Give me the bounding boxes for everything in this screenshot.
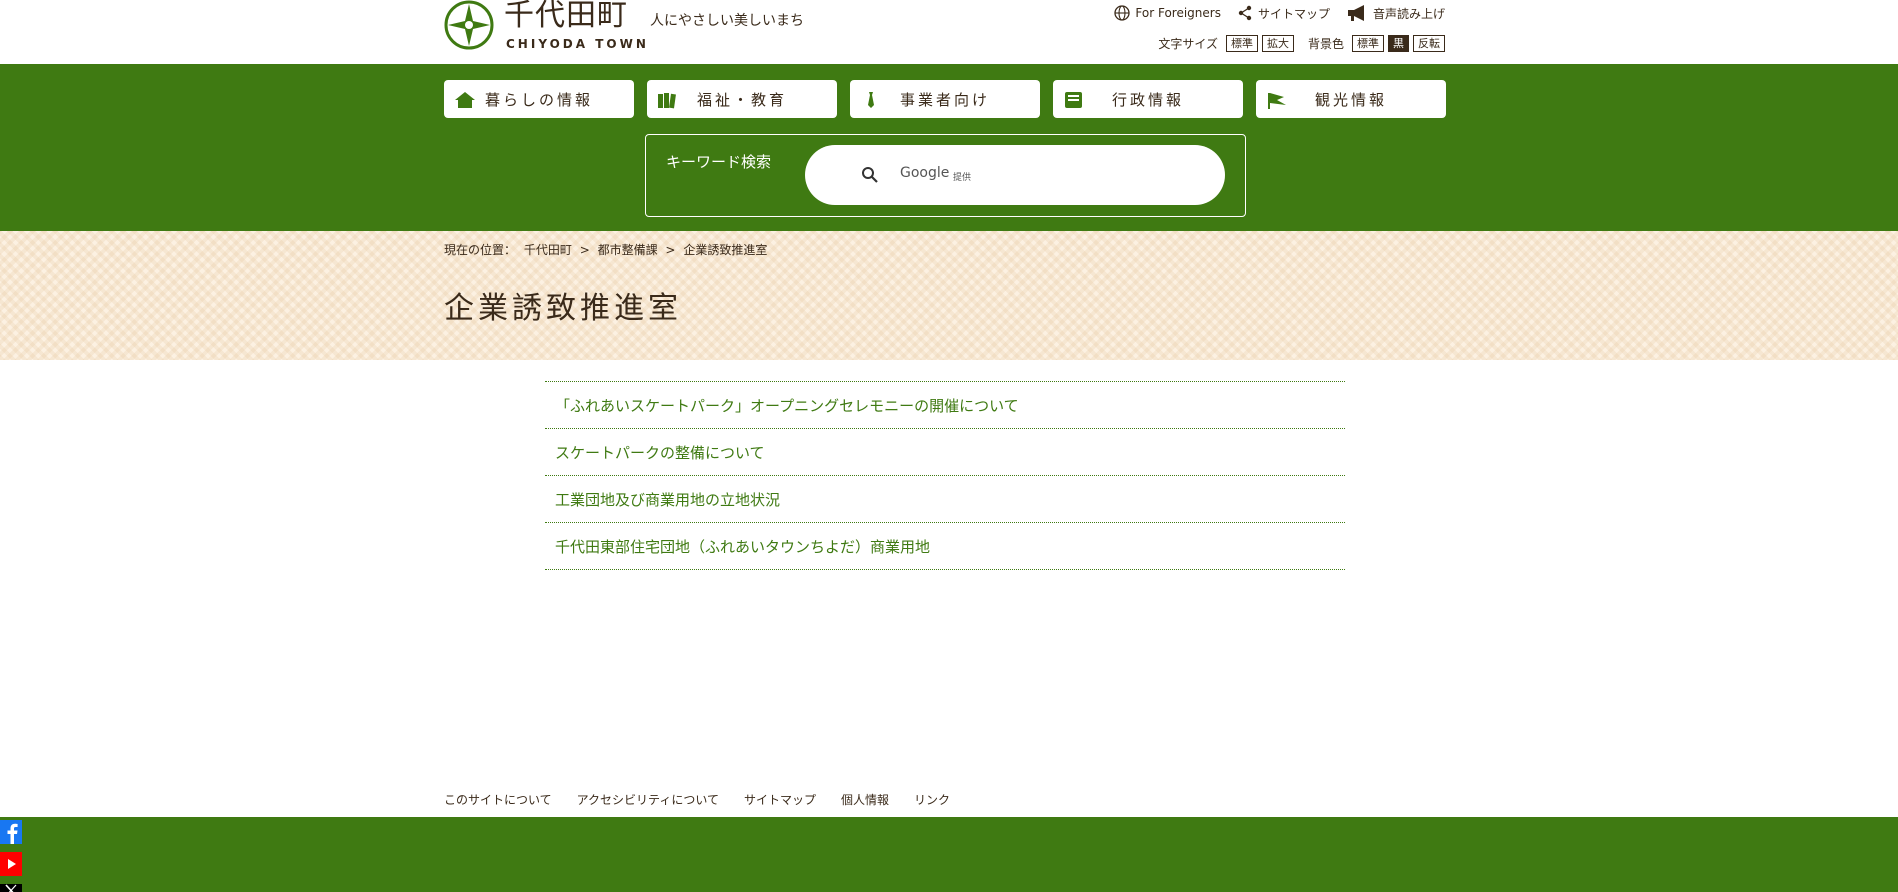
facebook-icon[interactable] <box>0 820 22 844</box>
nav-administration[interactable]: 行政情報 <box>1053 80 1243 118</box>
nav-label: 観光情報 <box>1314 90 1387 109</box>
bg-color-label: 背景色 <box>1307 36 1344 51</box>
search-label: キーワード検索 <box>666 153 772 171</box>
document-tray-icon <box>1065 92 1082 108</box>
font-size-standard-button[interactable]: 標準 <box>1225 34 1258 52</box>
nav-tourism[interactable]: 観光情報 <box>1256 80 1446 118</box>
bg-black-button[interactable]: 黒 <box>1388 34 1409 52</box>
list-item[interactable]: 工業団地及び商業用地の立地状況 <box>545 475 1345 522</box>
breadcrumb: 現在の位置： 千代田町 > 都市整備課 > 企業誘致推進室 <box>444 241 771 258</box>
breadcrumb-current: 企業誘致推進室 <box>683 243 768 257</box>
footer-link-privacy[interactable]: 個人情報 <box>841 791 889 808</box>
article-list: 「ふれあいスケートパーク」オープニングセレモニーの開催について スケートパークの… <box>545 381 1345 570</box>
nav-label: 福祉・教育 <box>696 90 787 109</box>
display-options: 文字サイズ 標準 拡大 背景色 標準 黒 反転 <box>1158 34 1445 52</box>
breadcrumb-separator: > <box>579 243 590 257</box>
necktie-icon <box>868 92 874 108</box>
nav-label: 事業者向け <box>899 90 990 109</box>
footer-link-about[interactable]: このサイトについて <box>444 791 552 808</box>
sitemap-label: サイトマップ <box>1257 6 1330 21</box>
nav-business[interactable]: 事業者向け <box>850 80 1040 118</box>
site-logo[interactable]: 千代田町 CHIYODA TOWN 人にやさしい美しいまち <box>444 0 844 54</box>
keyword-search: キーワード検索 Google 提供 <box>645 134 1246 217</box>
footer-links: このサイトについて アクセシビリティについて サイトマップ 個人情報 リンク <box>444 791 950 808</box>
breadcrumb-separator: > <box>665 243 676 257</box>
google-label: Google <box>900 165 950 181</box>
sitemap-link[interactable]: サイトマップ <box>1237 5 1330 22</box>
list-item[interactable]: 千代田東部住宅団地（ふれあいタウンちよだ）商業用地 <box>545 522 1345 570</box>
books-icon <box>658 93 676 109</box>
site-footer <box>0 817 1898 892</box>
for-foreigners-link[interactable]: For Foreigners <box>1114 5 1221 21</box>
provider-suffix: 提供 <box>953 173 972 183</box>
search-input[interactable]: Google 提供 <box>805 145 1225 205</box>
site-header: 千代田町 CHIYODA TOWN 人にやさしい美しいまち For Foreig… <box>0 0 1898 64</box>
house-icon <box>455 92 475 108</box>
nav-label: 暮らしの情報 <box>484 90 593 109</box>
utility-links: For Foreigners サイトマップ 音声読み上げ <box>1114 3 1445 23</box>
footer-link-sitemap[interactable]: サイトマップ <box>744 791 816 808</box>
for-foreigners-label: For Foreigners <box>1135 6 1221 20</box>
page-header: 現在の位置： 千代田町 > 都市整備課 > 企業誘致推進室 企業誘致推進室 <box>0 231 1898 360</box>
youtube-icon[interactable] <box>0 852 22 876</box>
global-nav: 暮らしの情報 福祉・教育 事業者向け 行政情報 観光情報 <box>444 80 1446 118</box>
bg-standard-button[interactable]: 標準 <box>1352 34 1384 52</box>
globe-icon <box>1114 5 1131 21</box>
tagline: 人にやさしい美しいまち <box>650 13 804 29</box>
bg-invert-button[interactable]: 反転 <box>1413 34 1445 52</box>
list-item[interactable]: スケートパークの整備について <box>545 428 1345 475</box>
x-icon[interactable] <box>0 884 22 892</box>
town-emblem-icon <box>444 0 494 50</box>
footer-link-links[interactable]: リンク <box>914 791 950 808</box>
logo-subtitle: CHIYODA TOWN <box>506 37 649 51</box>
nav-living-info[interactable]: 暮らしの情報 <box>444 80 634 118</box>
search-icon <box>862 167 878 183</box>
logo-title: 千代田町 <box>504 0 628 33</box>
text-to-speech-label: 音声読み上げ <box>1372 6 1445 21</box>
font-size-label: 文字サイズ <box>1158 36 1218 51</box>
breadcrumb-prefix: 現在の位置： <box>444 243 517 257</box>
megaphone-icon <box>1347 5 1364 21</box>
list-item[interactable]: 「ふれあいスケートパーク」オープニングセレモニーの開催について <box>545 381 1345 428</box>
text-to-speech-link[interactable]: 音声読み上げ <box>1346 5 1445 22</box>
share-icon <box>1238 5 1252 21</box>
nav-label: 行政情報 <box>1111 90 1184 109</box>
breadcrumb-department[interactable]: 都市整備課 <box>598 243 658 257</box>
breadcrumb-home[interactable]: 千代田町 <box>524 243 572 257</box>
flag-icon <box>1268 93 1286 109</box>
page-title: 企業誘致推進室 <box>444 291 682 326</box>
nav-welfare-education[interactable]: 福祉・教育 <box>647 80 837 118</box>
footer-link-accessibility[interactable]: アクセシビリティについて <box>577 791 719 808</box>
font-size-large-button[interactable]: 拡大 <box>1261 34 1294 52</box>
